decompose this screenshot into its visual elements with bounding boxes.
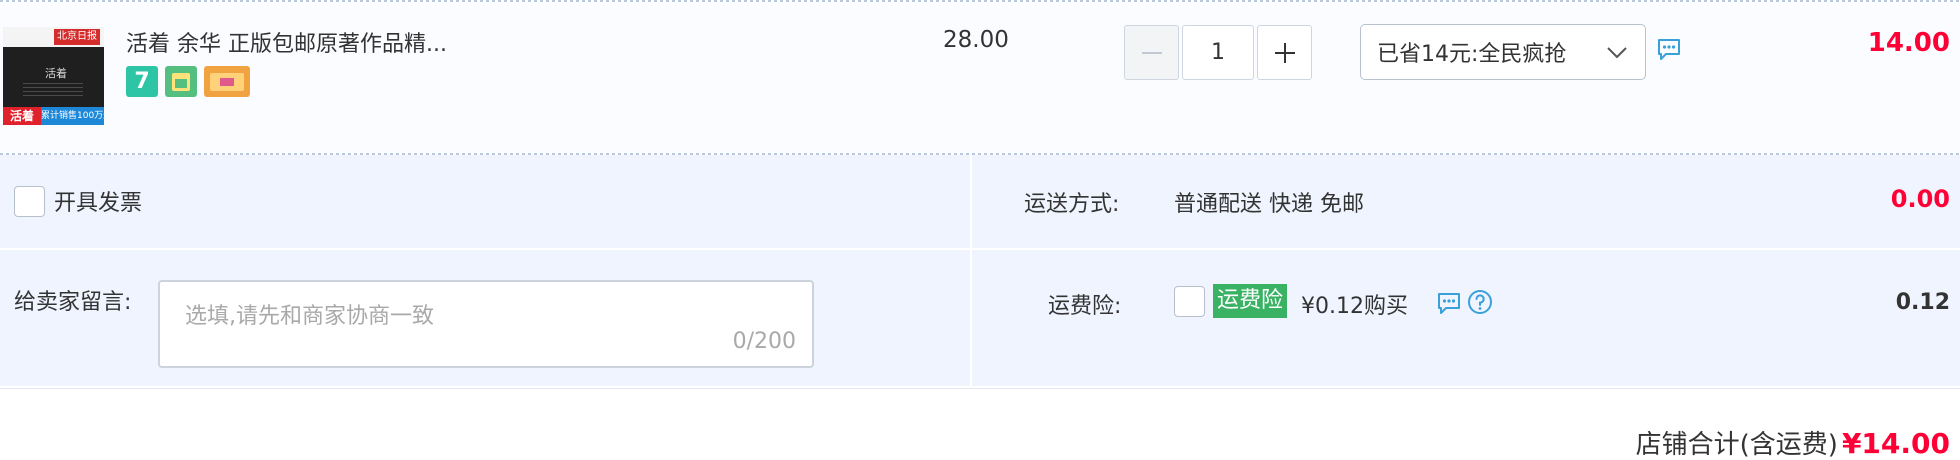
chat-icon[interactable]	[1656, 36, 1682, 62]
chevron-down-icon	[1607, 47, 1627, 59]
seller-message-label: 给卖家留言:	[14, 290, 132, 315]
column-divider	[970, 155, 972, 386]
increase-quantity-button[interactable]	[1257, 25, 1312, 80]
shipping-insurance-checkbox[interactable]	[1174, 286, 1205, 317]
shipping-method-label: 运送方式:	[1024, 192, 1120, 217]
unit-price: 28.00	[943, 27, 1009, 53]
cover-title: 活着	[45, 67, 67, 80]
seller-message-counter: 0/200	[732, 329, 796, 354]
product-title-link[interactable]: 活着 余华 正版包邮原著作品精...	[126, 26, 447, 58]
shopping-bag-icon[interactable]	[165, 66, 197, 97]
seller-message-placeholder: 选填,请先和商家协商一致	[185, 304, 434, 329]
item-total-price: 14.00	[1867, 28, 1950, 58]
store-total-amount: ¥14.00	[1841, 427, 1950, 460]
shipping-fee: 0.00	[1890, 185, 1950, 213]
quantity-input[interactable]: 1	[1182, 25, 1254, 80]
seller-message-textarea[interactable]: 选填,请先和商家协商一致 0/200	[158, 280, 814, 368]
cover-brand-logo: 北京日报	[54, 29, 100, 45]
quantity-stepper: 1	[1124, 25, 1312, 80]
shipping-insurance-tag: 运费险	[1213, 284, 1288, 318]
shipping-insurance-price: ¥0.12购买	[1301, 294, 1408, 319]
invoice-label: 开具发票	[54, 191, 143, 216]
cover-text-lines	[23, 83, 83, 99]
promotion-select[interactable]: 已省14元:全民疯抢	[1360, 24, 1646, 80]
seven-day-return-icon[interactable]: 7	[126, 66, 158, 97]
promotion-select-value: 已省14元:全民疯抢	[1377, 42, 1567, 67]
invoice-checkbox[interactable]	[14, 185, 45, 217]
shipping-insurance-label: 运费险:	[1048, 294, 1122, 319]
cover-sales-banner: 累计销售100万册	[41, 107, 104, 125]
store-total: 店铺合计(含运费) ¥14.00	[1636, 424, 1950, 460]
store-total-label: 店铺合计(含运费)	[1635, 430, 1838, 460]
service-icons: 7	[126, 66, 250, 97]
product-thumbnail[interactable]: 北京日报 活着 活着 累计销售100万册	[3, 27, 104, 125]
credit-card-icon[interactable]	[204, 66, 250, 97]
cover-badge: 活着	[3, 107, 41, 125]
help-icon[interactable]	[1467, 289, 1493, 315]
decrease-quantity-button[interactable]	[1124, 25, 1179, 80]
invoice-shipping-row	[0, 155, 1960, 248]
shipping-method-value: 普通配送 快递 免邮	[1174, 192, 1364, 217]
chat-icon[interactable]	[1436, 290, 1462, 316]
shipping-insurance-fee: 0.12	[1895, 290, 1950, 315]
invoice-option[interactable]: 开具发票	[14, 185, 142, 217]
